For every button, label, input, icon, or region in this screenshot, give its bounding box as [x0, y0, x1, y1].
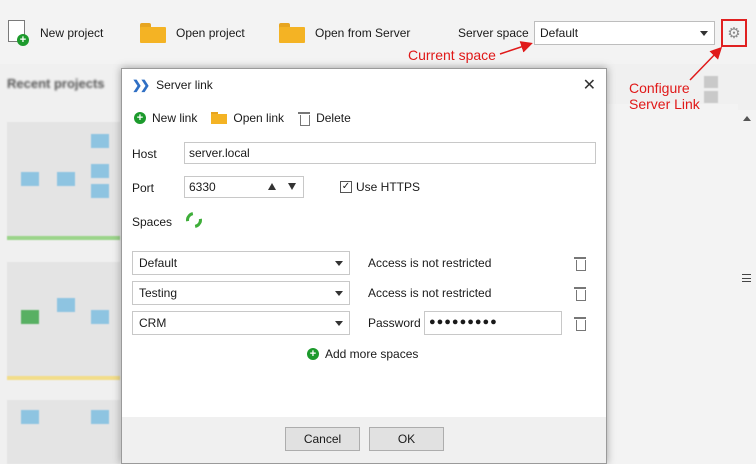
project-card[interactable] — [7, 262, 120, 380]
port-increment-icon[interactable] — [268, 183, 276, 190]
plus-icon: + — [134, 112, 146, 124]
open-project-label: Open project — [176, 26, 245, 40]
current-space-annotation: Current space — [408, 47, 496, 63]
port-value: 6330 — [189, 180, 216, 194]
scroll-up-icon[interactable] — [743, 116, 751, 121]
delete-label: Delete — [316, 111, 351, 125]
server-space-label: Server space — [458, 26, 529, 40]
new-project-button[interactable]: + New project — [8, 18, 103, 48]
space-select[interactable]: CRM — [132, 311, 350, 335]
add-more-spaces-button[interactable]: + Add more spaces — [307, 347, 418, 361]
plus-icon: + — [307, 348, 319, 360]
server-link-dialog: ❯❯ Server link ✕ + New link Open link De… — [121, 68, 607, 464]
gear-icon: ⚙ — [727, 25, 741, 42]
server-space-value: Default — [540, 26, 579, 40]
new-link-button[interactable]: + New link — [134, 111, 197, 125]
space-access-status: Access is not restricted — [368, 256, 492, 270]
host-value: server.local — [189, 146, 250, 160]
space-row: Default Access is not restricted — [132, 251, 600, 275]
trash-icon[interactable] — [574, 256, 586, 271]
trash-icon[interactable] — [574, 316, 586, 331]
open-link-button[interactable]: Open link — [211, 111, 284, 125]
folder-icon — [211, 112, 228, 124]
open-link-label: Open link — [233, 111, 285, 125]
scrollbar[interactable] — [738, 110, 756, 464]
delete-button[interactable]: Delete — [298, 111, 351, 126]
folder-icon — [140, 23, 166, 43]
server-space-select[interactable]: Default — [534, 21, 715, 45]
use-https-checkbox[interactable]: ✓ — [340, 181, 352, 193]
new-project-label: New project — [40, 26, 104, 40]
project-card[interactable] — [7, 122, 120, 240]
configure-annotation-line1: Configure — [629, 80, 690, 96]
dialog-toolbar: + New link Open link Delete — [134, 111, 351, 126]
space-select[interactable]: Testing — [132, 281, 350, 305]
port-label: Port — [132, 181, 155, 195]
dialog-footer: Cancel OK — [122, 417, 606, 463]
project-card[interactable] — [7, 400, 120, 464]
password-label: Password — [368, 316, 421, 330]
view-mode-icons[interactable] — [704, 76, 740, 103]
projects-area — [606, 104, 738, 464]
password-input[interactable]: ●●●●●●●●● — [424, 311, 562, 335]
server-link-icon: ❯❯ — [132, 78, 150, 92]
space-name: CRM — [139, 316, 167, 330]
chevron-down-icon — [335, 261, 343, 266]
folder-icon — [279, 23, 305, 43]
dialog-title: Server link — [156, 78, 213, 92]
space-select[interactable]: Default — [132, 251, 350, 275]
password-value: ●●●●●●●●● — [429, 316, 498, 328]
trash-icon — [298, 111, 311, 126]
configure-annotation-line2: Server Link — [629, 96, 700, 112]
space-name: Default — [139, 256, 178, 270]
host-input[interactable]: server.local — [184, 142, 596, 164]
chevron-down-icon — [335, 291, 343, 296]
configure-server-link-annotation: Configure Server Link — [629, 80, 700, 112]
add-more-spaces-label: Add more spaces — [325, 347, 419, 361]
main-toolbar: + New project Open project Open from Ser… — [0, 0, 756, 64]
dialog-titlebar[interactable]: ❯❯ Server link — [122, 69, 606, 101]
open-project-button[interactable]: Open project — [140, 18, 245, 48]
configure-server-link-button[interactable]: ⚙ — [721, 19, 747, 47]
spaces-label: Spaces — [132, 215, 173, 229]
refresh-icon[interactable] — [182, 208, 206, 232]
open-from-server-label: Open from Server — [315, 26, 411, 40]
space-name: Testing — [139, 286, 178, 300]
port-input[interactable]: 6330 — [184, 176, 304, 198]
use-https-label: Use HTTPS — [356, 180, 421, 194]
cancel-button[interactable]: Cancel — [285, 427, 360, 451]
host-label: Host — [132, 147, 157, 161]
close-icon[interactable]: ✕ — [583, 75, 596, 95]
recent-projects-heading: Recent projects — [7, 76, 105, 91]
port-decrement-icon[interactable] — [288, 183, 296, 190]
ok-button[interactable]: OK — [369, 427, 444, 451]
open-from-server-button[interactable]: Open from Server — [279, 18, 410, 48]
scroll-grip-icon[interactable] — [742, 274, 751, 282]
space-row: CRM Password ●●●●●●●●● — [132, 311, 600, 335]
chevron-down-icon — [700, 31, 708, 36]
space-access-status: Access is not restricted — [368, 286, 492, 300]
new-link-label: New link — [152, 111, 198, 125]
space-row: Testing Access is not restricted — [132, 281, 600, 305]
new-project-icon: + — [8, 20, 30, 46]
chevron-down-icon — [335, 321, 343, 326]
trash-icon[interactable] — [574, 286, 586, 301]
